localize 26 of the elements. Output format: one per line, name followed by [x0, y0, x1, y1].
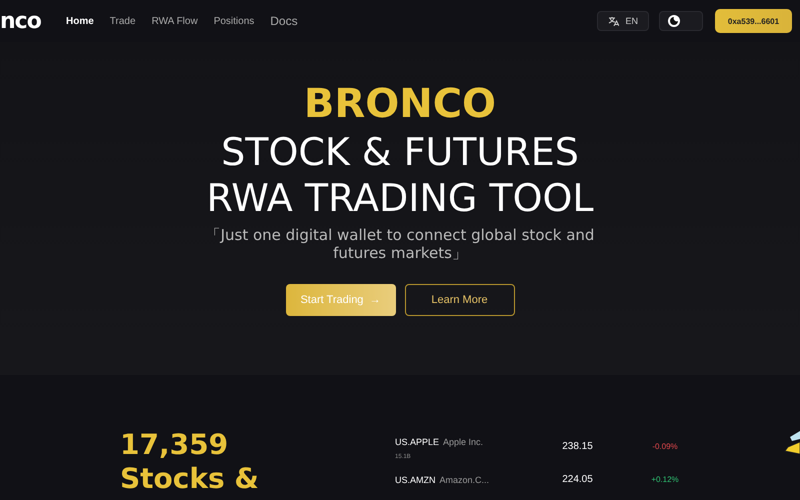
company-name: Amazon.C... — [440, 475, 490, 485]
language-button[interactable]: EN — [597, 11, 649, 31]
nav-link[interactable]: Docs — [262, 10, 306, 32]
nav-link[interactable]: Positions — [206, 12, 262, 30]
logo[interactable]: nco — [0, 8, 52, 34]
stat-label: Stocks & — [120, 462, 260, 496]
theme-toggle[interactable] — [659, 11, 703, 31]
learn-more-button[interactable]: Learn More — [404, 284, 514, 316]
stock-count: 17,359 — [120, 428, 230, 462]
nav-link[interactable]: Home — [58, 12, 102, 30]
moon-icon — [668, 15, 680, 27]
wallet-button[interactable]: 0xa539...6601 — [715, 9, 792, 33]
headline: STOCK & FUTURES — [220, 132, 580, 172]
price-change: +0.12% — [650, 474, 680, 484]
headline: RWA TRADING TOOL — [206, 178, 594, 218]
tagline: 「Just one digital wallet to connect global stock and futures markets」 — [204, 226, 596, 262]
stock-symbol: US.APPLE — [395, 437, 440, 447]
stock-price: 238.15 — [561, 440, 594, 452]
stock-symbol: US.AMZN — [395, 475, 436, 485]
stock-price: 224.05 — [561, 474, 594, 484]
brand-title: BRONCO — [304, 82, 496, 126]
nav-link[interactable]: RWA Flow — [144, 12, 206, 30]
translate-icon — [608, 16, 620, 26]
nav-link[interactable]: Trade — [102, 12, 144, 30]
company-name: Apple Inc. — [443, 437, 484, 447]
price-change: -0.09% — [651, 442, 679, 450]
